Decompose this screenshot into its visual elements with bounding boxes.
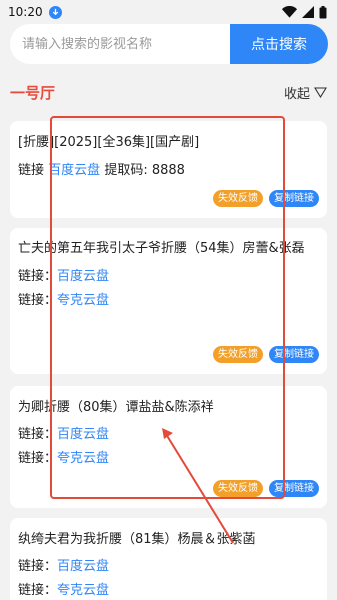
copy-link-button[interactable]: 复制链接	[269, 480, 319, 497]
download-notification-icon	[48, 5, 62, 19]
resource-card: 为卿折腰（80集）谭盐盐&陈添祥 链接：百度云盘 链接：夸克云盘 失效反馈 复制…	[10, 386, 327, 508]
link-row: 链接：夸克云盘	[18, 579, 319, 600]
quark-pan-link[interactable]: 夸克云盘	[57, 293, 109, 308]
report-invalid-button[interactable]: 失效反馈	[213, 480, 263, 497]
resource-card: 亡夫的第五年我引太子爷折腰（54集）房蕾&张磊 链接：百度云盘 链接：夸克云盘 …	[10, 228, 327, 374]
link-label: 链接	[18, 163, 45, 178]
search-button[interactable]: 点击搜索	[230, 24, 328, 64]
baidu-pan-link[interactable]: 百度云盘	[48, 163, 100, 178]
card-title: 为卿折腰（80集）谭盐盐&陈添祥	[18, 400, 214, 415]
link-label: 链接：	[18, 293, 58, 308]
quark-pan-link[interactable]: 夸克云盘	[57, 583, 109, 598]
wifi-icon	[282, 6, 297, 18]
card-title: 亡夫的第五年我引太子爷折腰（54集）房蕾&张磊	[18, 241, 305, 256]
link-label: 链接：	[18, 427, 58, 442]
link-label: 链接：	[18, 269, 58, 284]
card-title: 纨绔夫君为我折腰（81集）杨晨＆张紫菡	[18, 532, 256, 547]
quark-pan-link[interactable]: 夸克云盘	[57, 451, 109, 466]
resource-card: 纨绔夫君为我折腰（81集）杨晨＆张紫菡 链接：百度云盘 链接：夸克云盘	[10, 518, 327, 600]
baidu-pan-link[interactable]: 百度云盘	[57, 427, 109, 442]
resource-card: [折腰][2025][全36集][国产剧] 链接 百度云盘 提取码: 8888 …	[10, 121, 327, 218]
link-row: 链接：百度云盘	[18, 265, 319, 289]
section-title: 一号厅	[10, 84, 56, 102]
baidu-pan-link[interactable]: 百度云盘	[57, 269, 109, 284]
copy-link-button[interactable]: 复制链接	[269, 190, 319, 207]
link-label: 链接：	[18, 583, 58, 598]
link-label: 链接：	[18, 451, 58, 466]
collapse-label: 收起	[283, 87, 310, 102]
extraction-code: 提取码: 8888	[104, 163, 185, 178]
collapse-toggle[interactable]: 收起	[284, 83, 327, 102]
search-bar: 点击搜索	[10, 24, 328, 64]
link-row: 链接 百度云盘 提取码: 8888	[18, 159, 319, 183]
link-row: 链接：夸克云盘	[18, 289, 319, 313]
status-bar: 10:20	[0, 0, 337, 24]
search-input[interactable]	[10, 24, 230, 64]
card-actions: 失效反馈 复制链接	[213, 190, 319, 207]
card-title: [折腰][2025][全36集][国产剧]	[18, 135, 200, 150]
section-header: 一号厅 收起	[10, 82, 327, 103]
status-time: 10:20	[8, 5, 43, 19]
link-row: 链接：百度云盘	[18, 423, 319, 447]
baidu-pan-link[interactable]: 百度云盘	[57, 559, 109, 574]
card-actions: 失效反馈 复制链接	[213, 480, 319, 497]
signal-icon	[302, 6, 314, 18]
report-invalid-button[interactable]: 失效反馈	[213, 346, 263, 363]
link-label: 链接：	[18, 559, 58, 574]
link-row: 链接：百度云盘	[18, 555, 319, 579]
report-invalid-button[interactable]: 失效反馈	[213, 190, 263, 207]
link-row: 链接：夸克云盘	[18, 447, 319, 471]
copy-link-button[interactable]: 复制链接	[269, 346, 319, 363]
battery-icon	[319, 5, 327, 18]
card-actions: 失效反馈 复制链接	[213, 346, 319, 363]
triangle-down-icon	[314, 87, 327, 98]
